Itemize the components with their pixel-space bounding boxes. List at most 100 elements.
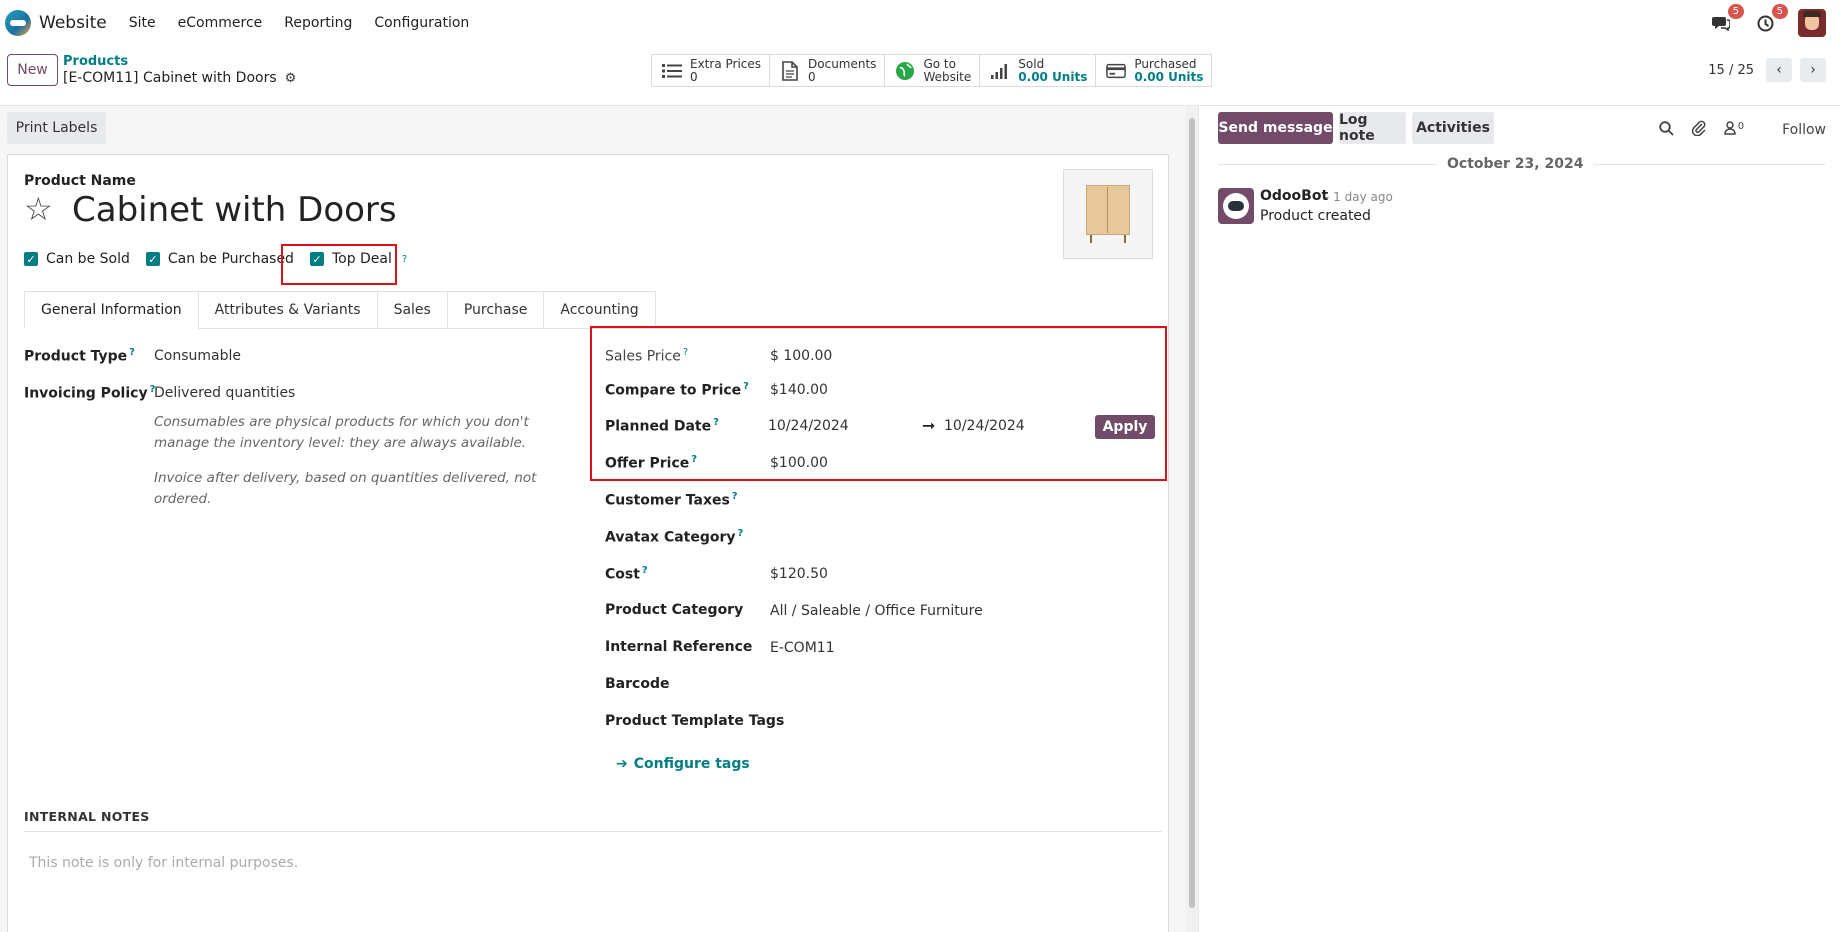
date-label: October 23, 2024 [1437, 156, 1594, 172]
checkbox-checked-icon[interactable]: ✓ [24, 252, 38, 266]
help-icon[interactable]: ? [732, 491, 738, 502]
menu-reporting[interactable]: Reporting [284, 15, 352, 31]
paperclip-icon[interactable] [1691, 120, 1706, 140]
message-body: Product created [1260, 208, 1371, 224]
form-scrollbar[interactable] [1186, 106, 1198, 932]
extra-prices-label: Extra Prices [690, 56, 762, 71]
invoicing-policy-field[interactable]: Delivered quantities [154, 385, 295, 401]
extra-prices-value: 0 [690, 69, 698, 84]
gear-icon[interactable]: ⚙ [285, 71, 297, 86]
navbar-systray: 5 5 [1710, 4, 1826, 37]
breadcrumb-products[interactable]: Products [63, 54, 128, 69]
send-message-button[interactable]: Send message [1218, 112, 1333, 144]
cost-field[interactable]: $120.50 [770, 566, 828, 582]
purchased-label: Purchased [1134, 56, 1197, 71]
internal-notes-title: INTERNAL NOTES [24, 809, 150, 824]
help-icon[interactable]: ? [691, 454, 697, 465]
activities-clock-icon[interactable]: 5 [1754, 4, 1788, 34]
search-icon[interactable] [1659, 120, 1674, 140]
activities-badge: 5 [1771, 4, 1788, 19]
go-to-label: Go to [923, 56, 956, 71]
user-avatar[interactable] [1798, 9, 1826, 37]
robot-icon [1223, 193, 1249, 219]
help-icon[interactable]: ? [683, 347, 688, 358]
messages-icon[interactable]: 5 [1710, 4, 1744, 34]
odoobot-avatar[interactable] [1218, 188, 1254, 224]
help-icon[interactable]: ? [642, 565, 648, 576]
favorite-star-icon[interactable]: ☆ [24, 189, 53, 229]
log-note-button[interactable]: Log note [1339, 112, 1406, 144]
tab-general-information[interactable]: General Information [24, 291, 199, 329]
menu-ecommerce[interactable]: eCommerce [178, 15, 263, 31]
message-time: - 1 day ago [1325, 190, 1393, 204]
tab-accounting[interactable]: Accounting [544, 291, 656, 329]
sold-value: 0.00 Units [1018, 69, 1088, 84]
product-type-field[interactable]: Consumable [154, 348, 241, 364]
product-name-field[interactable]: Cabinet with Doors [72, 187, 397, 233]
invoicing-policy-note: Invoice after delivery, based on quantit… [154, 470, 537, 507]
app-name: Website [39, 13, 107, 33]
can-be-sold-check[interactable]: ✓ Can be Sold [24, 251, 130, 267]
can-be-purchased-check[interactable]: ✓ Can be Purchased [145, 251, 294, 267]
checkbox-checked-icon[interactable]: ✓ [145, 252, 160, 266]
arrow-right-icon: ➔ [616, 756, 628, 772]
compare-price-field[interactable]: $140.00 [770, 382, 828, 398]
list-icon [662, 63, 682, 79]
product-type-label: Product Type? [24, 347, 135, 365]
pager-value[interactable]: 15 / 25 [1708, 63, 1754, 78]
document-icon [780, 60, 800, 81]
globe-icon [895, 61, 915, 81]
product-image[interactable] [1063, 169, 1153, 259]
product-category-field[interactable]: All / Saleable / Office Furniture [770, 603, 983, 619]
configure-tags-link[interactable]: ➔ Configure tags [616, 756, 750, 772]
pager-next-chevron-right-icon[interactable]: › [1800, 58, 1826, 82]
help-icon[interactable]: ? [713, 417, 719, 428]
avatax-category-label: Avatax Category? [605, 528, 744, 546]
compare-price-label: Compare to Price? [605, 381, 749, 399]
documents-label: Documents [808, 56, 877, 71]
apply-button[interactable]: Apply [1095, 415, 1155, 439]
offer-price-field[interactable]: $100.00 [770, 455, 828, 471]
planned-date-to-field[interactable]: 10/24/2024 [944, 418, 1025, 434]
extra-prices-button[interactable]: Extra Prices 0 [652, 55, 771, 86]
menu-configuration[interactable]: Configuration [374, 15, 469, 31]
sales-price-field[interactable]: $ 100.00 [770, 348, 832, 364]
planned-date-from-field[interactable]: 10/24/2024 [768, 418, 849, 434]
activities-button[interactable]: Activities [1412, 112, 1494, 144]
scrollbar-thumb[interactable] [1189, 118, 1195, 908]
tab-sales[interactable]: Sales [377, 291, 448, 329]
product-category-label: Product Category [605, 602, 744, 618]
chatter-panel: Send message Log note Activities 0 Follo… [1198, 106, 1840, 932]
go-to-website-button[interactable]: Go to Website [885, 55, 981, 86]
followers-button[interactable]: 0 [1723, 121, 1744, 139]
app-brand[interactable]: Website [5, 10, 107, 36]
breadcrumb-current-record: [E-COM11] Cabinet with Doors [63, 70, 277, 86]
tab-attributes-variants[interactable]: Attributes & Variants [198, 291, 378, 329]
help-icon[interactable]: ? [738, 528, 744, 539]
print-labels-button[interactable]: Print Labels [7, 112, 106, 144]
internal-notes-input[interactable]: This note is only for internal purposes. [29, 855, 298, 871]
message-author[interactable]: OdooBot [1260, 188, 1328, 204]
sold-button[interactable]: Sold 0.00 Units [980, 55, 1097, 86]
user-icon [1723, 121, 1736, 139]
messages-badge: 5 [1727, 4, 1744, 19]
help-icon[interactable]: ? [402, 254, 407, 265]
help-icon[interactable]: ? [129, 347, 135, 358]
help-icon[interactable]: ? [743, 381, 749, 392]
can-be-sold-label: Can be Sold [46, 251, 130, 267]
purchased-button[interactable]: Purchased 0.00 Units [1096, 55, 1211, 86]
credit-card-icon [1106, 63, 1127, 79]
tab-purchase[interactable]: Purchase [447, 291, 545, 329]
bar-chart-icon [990, 63, 1010, 79]
follow-button[interactable]: Follow [1782, 122, 1826, 138]
control-panel: New Products [E-COM11] Cabinet with Door… [0, 46, 1840, 106]
sold-label: Sold [1018, 56, 1045, 71]
menu-site[interactable]: Site [129, 15, 156, 31]
form-tabs: General Information Attributes & Variant… [24, 291, 656, 329]
internal-reference-field[interactable]: E-COM11 [770, 640, 835, 656]
sales-price-label: Sales Price? [605, 347, 689, 365]
pager-previous-chevron-left-icon[interactable]: ‹ [1766, 58, 1792, 82]
new-button[interactable]: New [7, 54, 58, 86]
planned-date-label: Planned Date? [605, 417, 719, 435]
documents-button[interactable]: Documents 0 [770, 55, 886, 86]
